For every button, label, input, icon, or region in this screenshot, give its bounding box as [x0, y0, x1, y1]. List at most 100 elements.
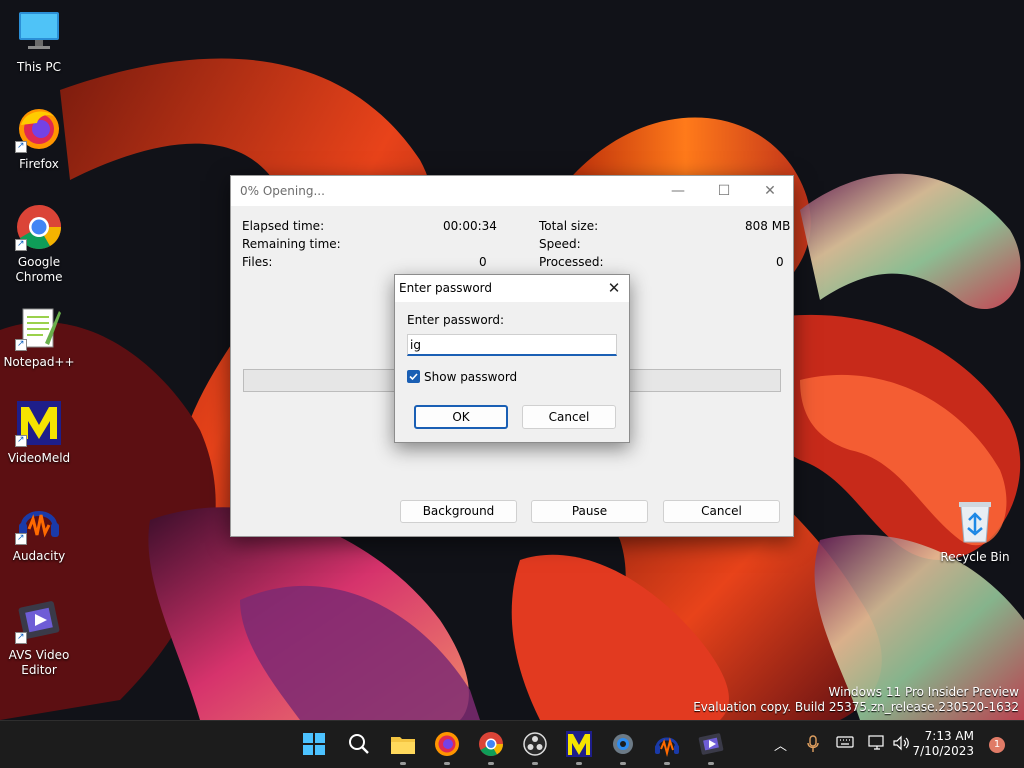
volume-tray[interactable] [892, 735, 910, 755]
desktop-icon-avs-video-editor[interactable]: AVS Video Editor [1, 596, 77, 678]
checkmark-icon [409, 373, 418, 381]
dialog-title-bar[interactable]: Enter password ✕ [395, 275, 629, 302]
videomeld-icon [15, 399, 63, 448]
chevron-up-icon: ︿ [774, 739, 788, 754]
taskbar-obs[interactable] [520, 729, 550, 765]
chrome-icon [15, 203, 63, 252]
taskbar: ︿ 7:13 AM 7/10/2023 1 [0, 720, 1024, 768]
obs-icon [523, 732, 547, 756]
speed-label: Speed: [539, 237, 581, 251]
desktop-icon-label: Google [17, 255, 61, 269]
start-icon [303, 733, 325, 755]
desktop-icon-google-chrome[interactable]: Google Chrome [1, 203, 77, 285]
total-size-value: 808 MB [745, 219, 791, 233]
desktop-icon-label: AVS Video [8, 648, 70, 662]
clock-date: 7/10/2023 [912, 744, 974, 758]
taskbar-avs-video-editor[interactable] [696, 729, 726, 765]
background-button[interactable]: Background [400, 500, 517, 523]
desktop-icon-recycle-bin[interactable]: Recycle Bin [937, 498, 1013, 565]
running-indicator [620, 762, 626, 765]
desktop-icon-firefox[interactable]: Firefox [1, 105, 77, 172]
videomeld-icon [566, 731, 592, 757]
network-tray[interactable] [868, 735, 886, 755]
enter-password-dialog: Enter password ✕ Enter password: Show pa… [394, 274, 630, 443]
taskbar-firefox[interactable] [432, 729, 462, 765]
avs-video-editor-icon [15, 596, 63, 645]
elapsed-time-value: 00:00:34 [443, 219, 497, 233]
taskbar-file-explorer[interactable] [388, 729, 418, 765]
running-indicator [576, 762, 582, 765]
minimize-icon: — [671, 183, 685, 199]
desktop-icon-label-line2: Chrome [15, 270, 63, 284]
audacity-icon [655, 737, 679, 757]
dialog-cancel-button[interactable]: Cancel [522, 405, 616, 429]
close-icon: ✕ [607, 279, 621, 297]
desktop-icon-label: VideoMeld [7, 451, 71, 465]
settings-icon [613, 734, 633, 754]
desktop-icon-label: This PC [17, 60, 61, 74]
taskbar-videomeld[interactable] [564, 729, 594, 765]
elapsed-time-label: Elapsed time: [242, 219, 325, 233]
ok-button[interactable]: OK [414, 405, 508, 429]
chrome-icon [479, 732, 503, 757]
window-title-bar[interactable]: 0% Opening... — ☐ ✕ [231, 176, 793, 206]
dialog-close-button[interactable]: ✕ [599, 275, 629, 302]
taskbar-clock[interactable]: 7:13 AM 7/10/2023 [912, 729, 974, 759]
files-label: Files: [242, 255, 273, 269]
shortcut-arrow-icon [15, 433, 27, 448]
network-icon [868, 735, 884, 750]
file-explorer-icon [391, 737, 415, 754]
close-button[interactable]: ✕ [747, 176, 793, 206]
shortcut-arrow-icon [15, 630, 27, 645]
taskbar-search-button[interactable] [344, 729, 374, 759]
notification-badge[interactable]: 1 [989, 737, 1005, 753]
dialog-title: Enter password [399, 281, 492, 295]
shortcut-arrow-icon [15, 337, 27, 352]
search-icon [349, 734, 369, 754]
running-indicator [532, 762, 538, 765]
password-field-label: Enter password: [407, 313, 505, 327]
taskbar-settings[interactable] [608, 729, 638, 765]
cancel-extraction-button[interactable]: Cancel [663, 500, 780, 523]
remaining-time-label: Remaining time: [242, 237, 341, 251]
desktop-icon-label: Notepad++ [3, 355, 75, 369]
running-indicator [444, 762, 450, 765]
show-password-label[interactable]: Show password [424, 370, 517, 384]
recycle-bin-icon [951, 498, 999, 546]
microphone-tray[interactable] [806, 735, 820, 757]
firefox-icon [15, 105, 63, 154]
desktop-icon-videomeld[interactable]: VideoMeld [1, 399, 77, 466]
processed-label: Processed: [539, 255, 604, 269]
running-indicator [400, 762, 406, 765]
show-hidden-icons-button[interactable]: ︿ [774, 735, 787, 754]
speaker-icon [893, 735, 909, 751]
running-indicator [708, 762, 714, 765]
pause-button[interactable]: Pause [531, 500, 648, 523]
total-size-label: Total size: [539, 219, 599, 233]
desktop-icon-notepadpp[interactable]: Notepad++ [1, 303, 77, 370]
taskbar-audacity[interactable] [652, 729, 682, 765]
clock-time: 7:13 AM [924, 729, 974, 743]
password-input[interactable] [407, 334, 617, 356]
show-password-checkbox[interactable] [407, 370, 420, 383]
notepadpp-icon [15, 303, 63, 352]
desktop-icon-this-pc[interactable]: This PC [1, 8, 77, 75]
desktop-icon-audacity[interactable]: Audacity [1, 497, 77, 564]
avs-video-editor-icon [698, 733, 724, 755]
taskbar-chrome[interactable] [476, 729, 506, 765]
desktop-icon-label: Recycle Bin [940, 550, 1010, 564]
running-indicator [664, 762, 670, 765]
desktop-icon-label: Audacity [12, 549, 66, 563]
desktop-icon-label: Firefox [19, 157, 59, 171]
minimize-button[interactable]: — [655, 176, 701, 206]
running-indicator [488, 762, 494, 765]
start-button[interactable] [299, 729, 329, 759]
window-title: 0% Opening... [240, 184, 325, 198]
processed-value: 0 [776, 255, 784, 269]
maximize-button[interactable]: ☐ [701, 176, 747, 206]
audacity-icon [15, 497, 63, 546]
shortcut-arrow-icon [15, 237, 27, 252]
firefox-icon [435, 732, 459, 756]
keyboard-tray[interactable] [836, 735, 854, 753]
build-evaluation-watermark: Evaluation copy. Build 25375.zn_release.… [693, 700, 1019, 714]
